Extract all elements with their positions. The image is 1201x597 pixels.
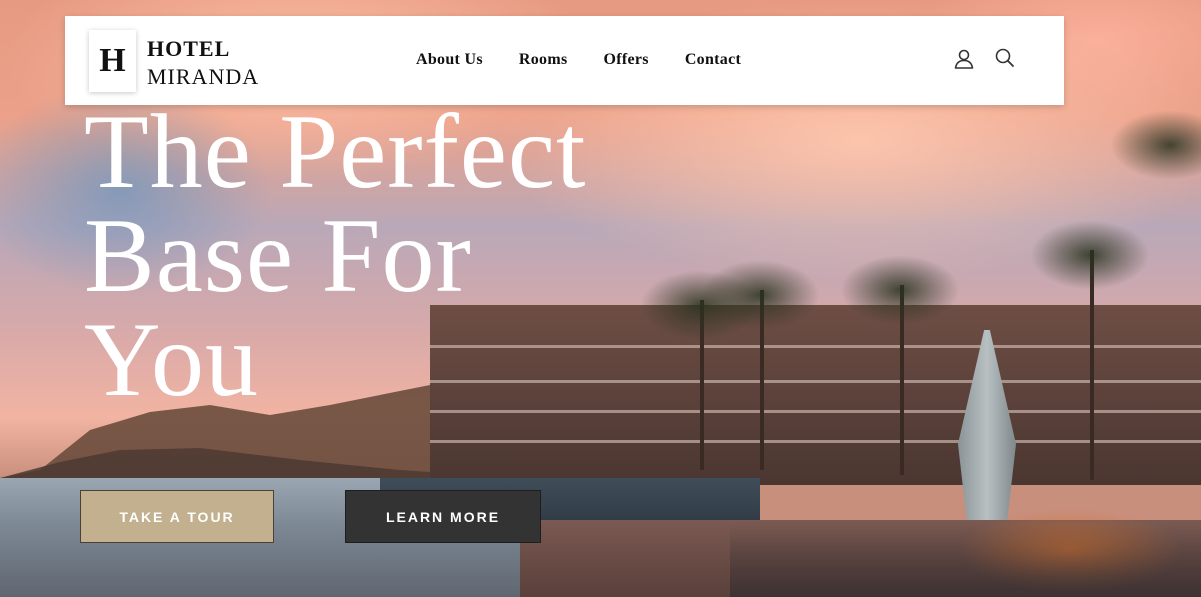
learn-more-button[interactable]: LEARN MORE bbox=[345, 490, 541, 543]
main-nav: About Us Rooms Offers Contact bbox=[416, 51, 741, 69]
brand-line-2: MIRANDA bbox=[147, 64, 260, 89]
take-a-tour-button[interactable]: TAKE A TOUR bbox=[80, 490, 274, 543]
lounge-chairs bbox=[730, 525, 1201, 597]
nav-offers[interactable]: Offers bbox=[603, 51, 648, 69]
palm-crown bbox=[1030, 220, 1150, 290]
brand-name[interactable]: HOTEL MIRANDA bbox=[147, 35, 259, 91]
nav-contact[interactable]: Contact bbox=[685, 51, 741, 69]
nav-rooms[interactable]: Rooms bbox=[519, 51, 568, 69]
nav-about-us[interactable]: About Us bbox=[416, 51, 483, 69]
search-icon[interactable] bbox=[994, 47, 1016, 69]
headline-line-2: Base For bbox=[84, 197, 472, 314]
logo-letter: H bbox=[99, 42, 126, 79]
headline-line-1: The Perfect bbox=[84, 93, 587, 210]
top-navbar: H HOTEL MIRANDA About Us Rooms Offers Co… bbox=[65, 16, 1064, 105]
user-icon[interactable] bbox=[953, 48, 975, 70]
palm-crown bbox=[700, 260, 820, 330]
logo-mark[interactable]: H bbox=[89, 30, 136, 92]
hero-headline: The Perfect Base For You bbox=[84, 93, 684, 418]
palm-crown bbox=[840, 255, 960, 325]
brand-line-1: HOTEL bbox=[147, 36, 231, 61]
headline-line-3: You bbox=[84, 301, 259, 418]
